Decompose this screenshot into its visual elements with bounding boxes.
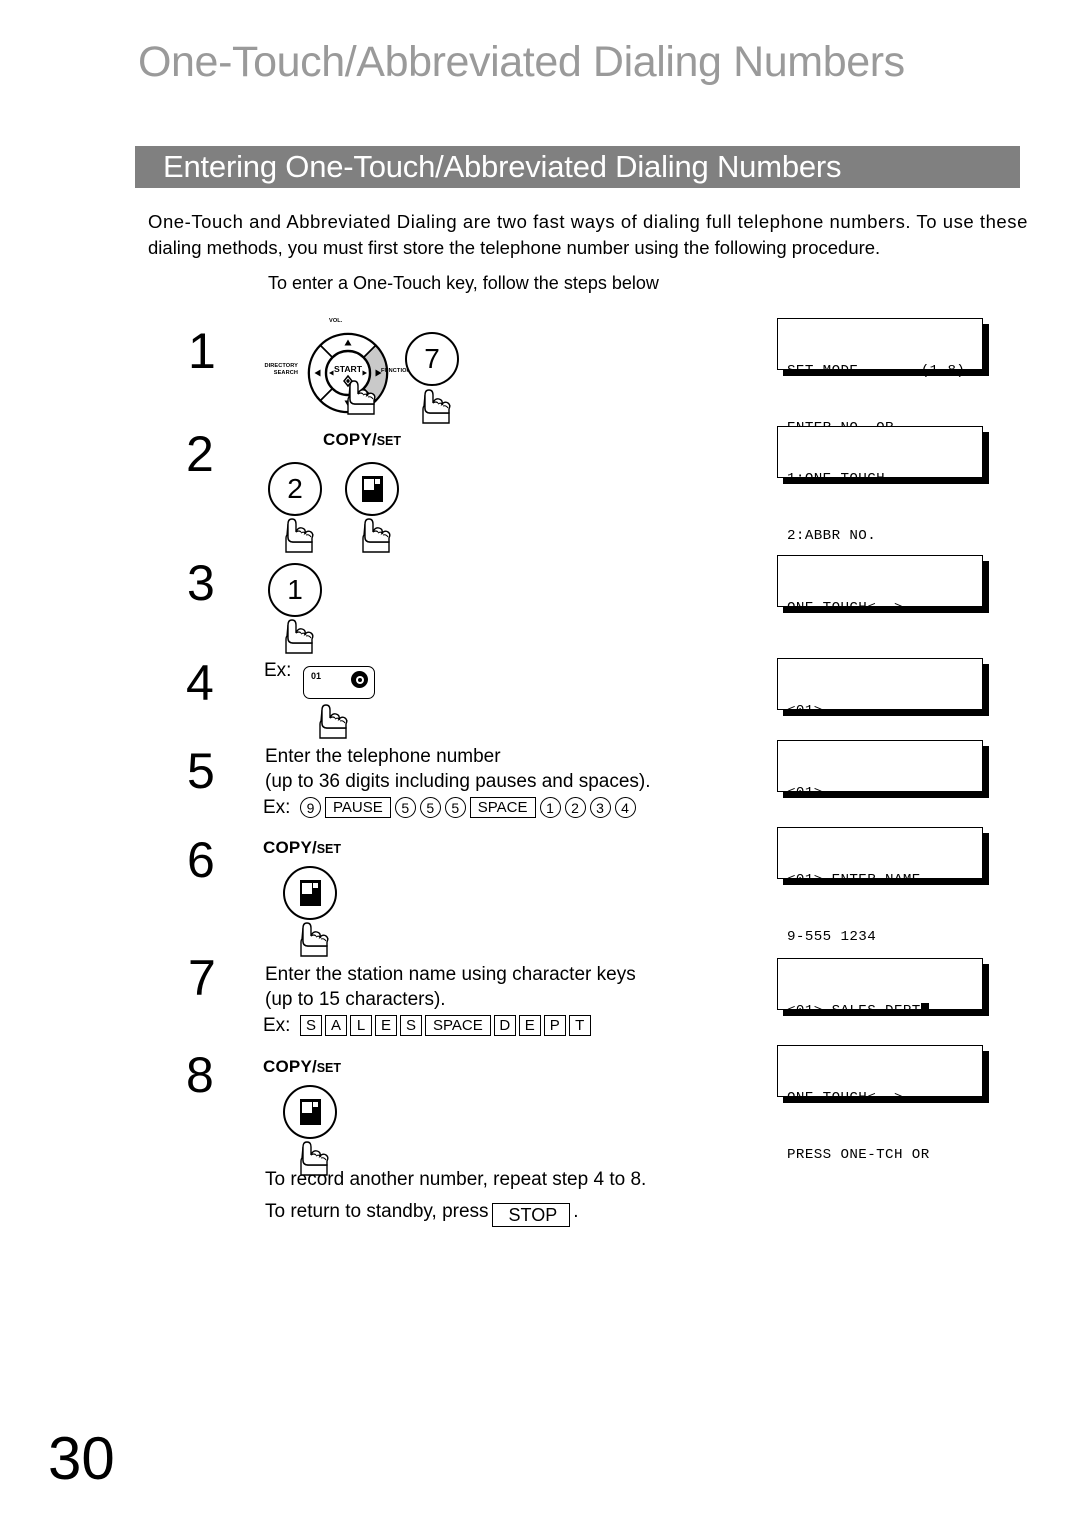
step7-text-line-1: Enter the station name using character k… <box>265 964 636 985</box>
key-1[interactable]: 1 <box>539 797 561 818</box>
lcd-line-2: PRESS ONE-TCH OR <box>787 1147 930 1163</box>
step5-text-line-1: Enter the telephone number <box>265 746 501 767</box>
key-char-l[interactable]: L <box>350 1015 372 1036</box>
copy-set-caption-step6: COPY/SET <box>263 838 342 857</box>
keypad-button-1-label: 1 <box>287 574 303 605</box>
section-heading-bar: Entering One-Touch/Abbreviated Dialing N… <box>135 146 1020 188</box>
intro-line-1: One-Touch and Abbreviated Dialing are tw… <box>148 211 1028 232</box>
key-char-e-a[interactable]: E <box>375 1015 397 1036</box>
step-number-2: 2 <box>186 426 214 482</box>
key-space[interactable]: SPACE <box>469 797 536 818</box>
lcd-display-step5: <01> 9-555 1234 <box>777 740 983 858</box>
step7-text-line-2: (up to 15 characters). <box>265 989 446 1010</box>
keypad-button-7-label: 7 <box>424 343 440 374</box>
lcd-line-1: <01> SALES DEPT <box>787 1002 982 1021</box>
step-number-3: 3 <box>187 555 215 611</box>
key-9[interactable]: 9 <box>300 797 321 818</box>
lcd-line-1: <01> ENTER NAME <box>787 872 921 888</box>
page-fold-icon <box>361 476 383 502</box>
closing-line-2: To return to standby, press STOP. <box>265 1196 579 1228</box>
one-touch-led-icon <box>351 671 368 688</box>
lcd-cursor-block <box>920 1003 929 1015</box>
section-heading-label: Entering One-Touch/Abbreviated Dialing N… <box>163 149 842 184</box>
key-5-a[interactable]: 5 <box>394 797 416 818</box>
key-char-s-a[interactable]: S <box>300 1015 322 1036</box>
key-char-e-b[interactable]: E <box>518 1015 541 1036</box>
dialpad-directory-search-label: DIRECTORY SEARCH <box>264 363 298 376</box>
lcd-display-step8: ONE-TOUCH< > PRESS ONE-TCH OR <box>777 1045 983 1163</box>
key-char-s-b[interactable]: S <box>400 1015 422 1036</box>
step5-text-line-2: (up to 36 digits including pauses and sp… <box>265 771 651 792</box>
lcd-display-step2: 1:ONE-TOUCH 2:ABBR NO. <box>777 426 983 544</box>
closing-line-1: To record another number, repeat step 4 … <box>265 1169 647 1190</box>
key-5-c[interactable]: 5 <box>444 797 466 818</box>
step5-key-sequence: 9 PAUSE 5 5 5 SPACE 1 2 3 4 <box>300 797 636 818</box>
one-touch-key-number: 01 <box>311 671 322 681</box>
closing-line-2-period: . <box>573 1201 579 1222</box>
hand-pointer-key-2 <box>278 506 324 553</box>
step5-ex-label: Ex: <box>263 797 291 818</box>
hand-pointer-key-7 <box>415 377 461 424</box>
step-number-5: 5 <box>187 743 215 799</box>
lcd-line-2: 2:ABBR NO. <box>787 528 877 544</box>
stop-key-button[interactable]: STOP <box>491 1203 571 1227</box>
step4-ex-label: Ex: <box>264 660 292 681</box>
step7-ex-label: Ex: <box>263 1015 291 1036</box>
closing-line-2-text: To return to standby, press <box>265 1201 489 1222</box>
key-4[interactable]: 4 <box>614 797 636 818</box>
lead-in-text: To enter a One-Touch key, follow the ste… <box>268 273 659 293</box>
lcd-line-1: ONE-TOUCH< > <box>787 1090 903 1106</box>
hand-pointer-copy-set-step6 <box>293 910 339 957</box>
step-number-8: 8 <box>186 1047 214 1103</box>
intro-paragraph: One-Touch and Abbreviated Dialing are tw… <box>148 209 1028 261</box>
lcd-line-1: ONE-TOUCH< > <box>787 600 903 616</box>
key-char-t[interactable]: T <box>568 1015 591 1036</box>
step-number-7: 7 <box>188 950 216 1006</box>
lcd-line-1: <01> <box>787 703 823 719</box>
lcd-line-2: 9-555 1234 <box>787 929 877 945</box>
key-char-a[interactable]: A <box>325 1015 347 1036</box>
copy-set-caption-step2: COPY/SET <box>323 430 402 449</box>
hand-pointer-copy-set-step2 <box>355 506 401 553</box>
page-fold-icon <box>299 880 321 906</box>
lcd-line-1: 1:ONE-TOUCH <box>787 471 886 487</box>
hand-pointer-one-touch-key <box>312 692 358 739</box>
step7-key-sequence: S A L E S SPACE D E P T <box>300 1015 591 1036</box>
step-number-6: 6 <box>187 832 215 888</box>
page-title: One-Touch/Abbreviated Dialing Numbers <box>138 38 905 86</box>
lcd-display-step7: <01> SALES DEPT 9-555 1234 <box>777 958 983 1076</box>
lcd-line-1: SET MODE (1-8) <box>787 363 966 379</box>
page-fold-icon <box>299 1099 321 1125</box>
step-number-4: 4 <box>186 655 214 711</box>
hand-pointer-function <box>340 368 386 415</box>
key-char-p[interactable]: P <box>543 1015 566 1036</box>
lcd-line-1: <01> <box>787 785 823 801</box>
lcd-display-step1: SET MODE (1-8) ENTER NO. OR <box>777 318 983 436</box>
lcd-display-step3: ONE-TOUCH< > PRESS ONE-TCH OR <box>777 555 983 673</box>
page-number: 30 <box>48 1425 115 1492</box>
key-pause[interactable]: PAUSE <box>325 797 391 818</box>
copy-set-caption-step8: COPY/SET <box>263 1057 342 1076</box>
key-2[interactable]: 2 <box>564 797 586 818</box>
hand-pointer-key-1 <box>278 607 324 654</box>
key-3[interactable]: 3 <box>589 797 611 818</box>
key-space[interactable]: SPACE <box>425 1015 491 1036</box>
key-5-b[interactable]: 5 <box>419 797 441 818</box>
intro-line-2: dialing methods, you must first store th… <box>148 237 881 258</box>
lcd-display-step6: <01> ENTER NAME 9-555 1234 <box>777 827 983 945</box>
dialpad-vol-label: VOL. <box>329 318 343 324</box>
key-char-d[interactable]: D <box>493 1015 516 1036</box>
step-number-1: 1 <box>188 323 216 379</box>
lcd-display-step4: <01> ENTER TEL. NO. <box>777 658 983 776</box>
keypad-button-2-label: 2 <box>287 473 303 504</box>
